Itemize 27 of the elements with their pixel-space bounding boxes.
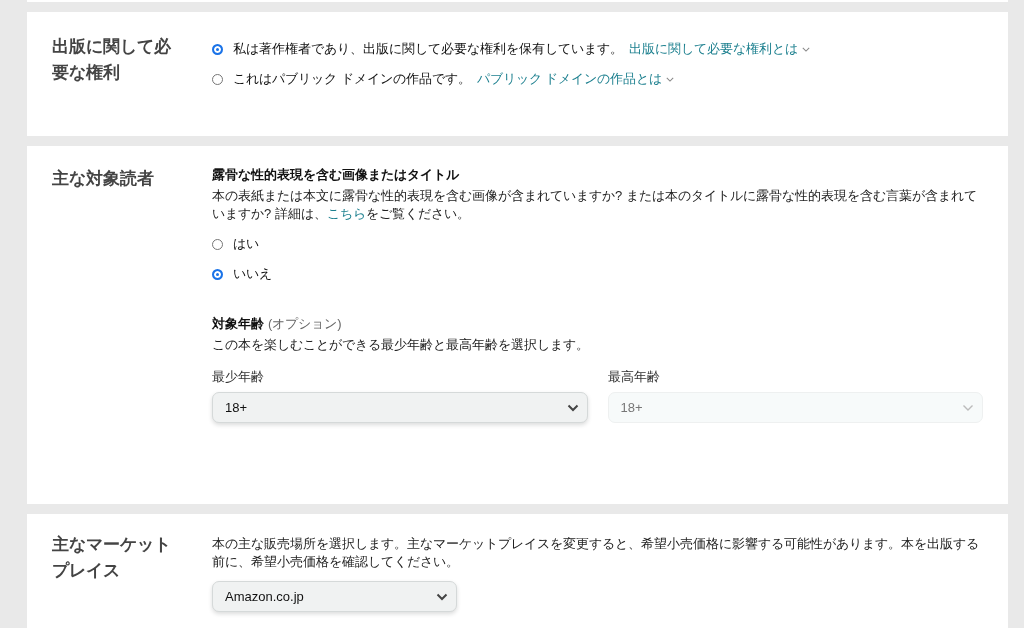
field-label: 最高年齢 [607,368,660,386]
info-link[interactable]: パブリック ドメインの作品とは [476,70,675,88]
info-link[interactable]: 出版に関して必要な権利とは [629,40,810,58]
radio-button[interactable] [212,268,223,280]
chevron-icon [436,592,448,601]
radio-label: はい [233,235,259,253]
details-link[interactable]: こちら [326,206,366,221]
radio-button[interactable] [212,43,223,55]
optional-note: (オプション) [268,315,342,333]
field-title: 対象年齢 [212,315,264,333]
description: 本の主な販売場所を選択します。主なマーケットプレイスを変更すると、希望小売価格に影響する可能性があります。本を出版する前に、希望小売価格を確認してください。 [212,535,980,571]
section-heading: 主なマーケットプレイス [52,534,172,582]
description: この本を楽しむことができる最少年齢と最高年齢を選択します。 [212,336,589,354]
radio-label: いいえ [233,265,272,283]
marketplace-dropdown[interactable]: Amazon.co.jp [212,581,457,612]
caret-icon [802,46,810,52]
age-dropdown[interactable]: 18+ [212,392,588,423]
caret-icon [666,76,675,82]
chevron-icon [566,403,579,412]
field-title: 露骨な性的表現を含む画像またはタイトル [212,166,459,184]
field-label: 最少年齢 [212,368,264,386]
radio-label: これはパブリック ドメインの作品です。 [233,70,471,88]
section-heading: 出版に関して必要な権利 [52,36,172,84]
chevron-icon [962,403,974,412]
description: 本の表紙または本文に露骨な性的表現を含む画像が含まれていますか? または本のタイトルに露骨な性的表現を含む言葉が含まれていますか? 詳細は、こちら をご覧ください。 [212,187,978,223]
section-heading: 主な対象読者 [52,168,155,190]
radio-label: 私は著作権者であり、出版に関して必要な権利を保有しています。 [233,40,623,58]
